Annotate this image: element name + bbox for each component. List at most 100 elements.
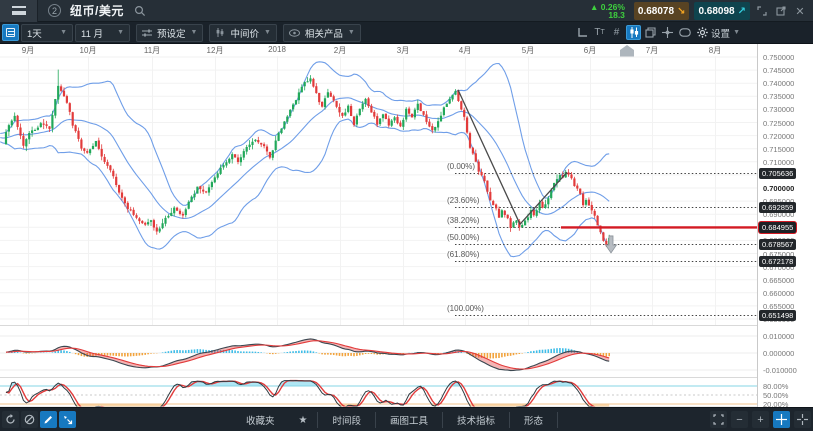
text-tool-icon[interactable]: TT xyxy=(592,25,607,40)
macd-axis-label: -0.010000 xyxy=(763,366,797,375)
price-axis-label: 0.700000 xyxy=(763,184,794,193)
zoom-out-button[interactable]: − xyxy=(731,411,748,428)
price-axis-label: 0.660000 xyxy=(763,289,794,298)
price-axis-label: 0.745000 xyxy=(763,66,794,75)
related-products-label: 相关产品 xyxy=(305,26,343,40)
chart-toolbar: 1天 ▼ 11 月 ▼ 预设定 ▼ 中间价▼ 相关产品 ▼ TT # xyxy=(0,22,813,44)
month-value: 11 月 xyxy=(81,26,103,40)
change-points: 18.3 xyxy=(608,11,625,19)
search-icon[interactable] xyxy=(134,5,146,17)
tune-sliders-icon xyxy=(142,29,152,37)
time-axis-label: 7月 xyxy=(646,45,658,56)
hamburger-icon xyxy=(12,6,26,15)
indicators-button[interactable]: 技术指标 xyxy=(443,408,509,431)
crosshair-snap-icon[interactable] xyxy=(794,411,811,428)
settings-button[interactable]: 设置 ▼ xyxy=(697,26,740,40)
sell-price-button[interactable]: 0.68078 ↘ xyxy=(634,2,690,20)
price-axis-label: 0.710000 xyxy=(763,158,794,167)
buy-arrow-icon: ↗ xyxy=(738,6,746,17)
stoch-axis-label: 50.00% xyxy=(763,391,788,400)
disable-drawing-icon[interactable] xyxy=(21,411,38,428)
price-axis-label: 0.720000 xyxy=(763,132,794,141)
price-axis-label: 0.665000 xyxy=(763,276,794,285)
chevron-down-icon: ▼ xyxy=(264,29,271,36)
buy-price-button[interactable]: 0.68098 ↗ xyxy=(694,2,750,20)
fib-level-label: (50.00%) xyxy=(446,233,480,242)
time-axis-label: 8月 xyxy=(709,45,721,56)
crosshair-icon[interactable] xyxy=(660,25,675,40)
price-axis-label: 0.725000 xyxy=(763,119,794,128)
buy-price: 0.68098 xyxy=(698,6,734,17)
list-icon xyxy=(6,28,15,37)
price-level-badge: 0.678567 xyxy=(759,239,796,250)
timeframe-menu-button[interactable]: 时间段 xyxy=(318,408,375,431)
macd-axis-label: 0.000000 xyxy=(763,349,794,358)
price-axis-label: 0.750000 xyxy=(763,53,794,62)
macd-axis-label: 0.010000 xyxy=(763,332,794,341)
time-axis-label: 10月 xyxy=(80,45,97,56)
chevron-down-icon: ▼ xyxy=(348,29,355,36)
reset-view-icon[interactable] xyxy=(2,411,19,428)
price-change: ▲ 0.26% 18.3 xyxy=(590,3,625,19)
crosshair-mode-icon[interactable] xyxy=(773,411,790,428)
watchlist-button[interactable] xyxy=(2,24,19,41)
tab-number-badge: 2 xyxy=(48,4,61,17)
price-axis-tool-icon[interactable] xyxy=(575,25,590,40)
title-bar: 2 纽币/美元 ▲ 0.26% 18.3 0.68078 ↘ 0.68098 ↗… xyxy=(0,0,813,22)
month-dropdown[interactable]: 11 月 ▼ xyxy=(75,24,130,42)
related-products-dropdown[interactable]: 相关产品 ▼ xyxy=(283,24,361,42)
star-icon[interactable]: ★ xyxy=(289,415,318,426)
preset-label: 预设定 xyxy=(157,26,186,40)
bottom-menu: 收藏夹 ★ 时间段 画图工具 技术指标 形态 xyxy=(232,408,558,431)
price-type-dropdown[interactable]: 中间价▼ xyxy=(209,24,276,42)
candlestick-small-icon xyxy=(215,28,225,37)
menu-button[interactable] xyxy=(0,0,38,22)
patterns-button[interactable]: 形态 xyxy=(510,408,557,431)
favorites-button[interactable]: 收藏夹 xyxy=(232,408,289,431)
close-icon[interactable]: ✕ xyxy=(793,4,807,18)
shape-tool-icon[interactable] xyxy=(677,25,692,40)
chevron-down-icon: ▼ xyxy=(733,29,740,36)
time-axis-label: 2018 xyxy=(268,45,286,54)
bottom-toolbar: 收藏夹 ★ 时间段 画图工具 技术指标 形态 − + xyxy=(0,407,813,431)
chevron-down-icon: ▼ xyxy=(60,29,67,36)
fib-level-label: (0.00%) xyxy=(446,162,476,171)
chart-canvas[interactable] xyxy=(0,56,757,407)
price-level-badge: 0.684955 xyxy=(759,222,796,233)
price-level-badge: 0.651498 xyxy=(759,310,796,321)
price-axis-label: 0.730000 xyxy=(763,105,794,114)
fib-level-label: (38.20%) xyxy=(446,216,480,225)
symbol-title: 纽币/美元 xyxy=(70,2,124,19)
grid-icon[interactable]: # xyxy=(609,25,624,40)
stoch-axis-label: 80.00% xyxy=(763,382,788,391)
fib-level-label: (100.00%) xyxy=(446,304,485,313)
draw-pencil-icon[interactable] xyxy=(40,411,57,428)
time-axis-label: 4月 xyxy=(459,45,471,56)
drawing-tools-button[interactable]: 画图工具 xyxy=(376,408,442,431)
preset-dropdown[interactable]: 预设定 ▼ xyxy=(136,24,203,42)
sell-arrow-icon: ↘ xyxy=(677,6,685,17)
popout-icon[interactable] xyxy=(774,4,788,18)
time-axis-label: 5月 xyxy=(522,45,534,56)
trading-app-window: 2 纽币/美元 ▲ 0.26% 18.3 0.68078 ↘ 0.68098 ↗… xyxy=(0,0,813,431)
time-axis-label: 11月 xyxy=(144,45,160,56)
move-cursor-icon[interactable] xyxy=(59,411,76,428)
chevron-down-icon: ▼ xyxy=(191,29,198,36)
price-level-badge: 0.705636 xyxy=(759,168,796,179)
price-axis-label: 0.735000 xyxy=(763,92,794,101)
timeframe-dropdown[interactable]: 1天 ▼ xyxy=(21,24,73,42)
timeframe-value: 1天 xyxy=(27,26,42,40)
eye-icon xyxy=(289,29,300,37)
change-arrow-icon: ▲ xyxy=(590,2,598,12)
gear-icon xyxy=(697,27,708,38)
chart-type-candles-icon[interactable] xyxy=(626,25,641,40)
zoom-in-button[interactable]: + xyxy=(752,411,769,428)
fib-level-label: (23.60%) xyxy=(446,196,480,205)
duplicate-chart-icon[interactable] xyxy=(643,25,658,40)
time-axis-label: 12月 xyxy=(207,45,224,56)
time-axis: 9月10月11月12月20182月3月4月5月6月7月8月 xyxy=(0,44,757,56)
fullscreen-icon[interactable] xyxy=(755,4,769,18)
chevron-down-icon: ▼ xyxy=(117,29,124,36)
price-axis[interactable]: 0.7500000.7450000.7400000.7350000.730000… xyxy=(757,44,813,407)
fit-content-icon[interactable] xyxy=(710,411,727,428)
